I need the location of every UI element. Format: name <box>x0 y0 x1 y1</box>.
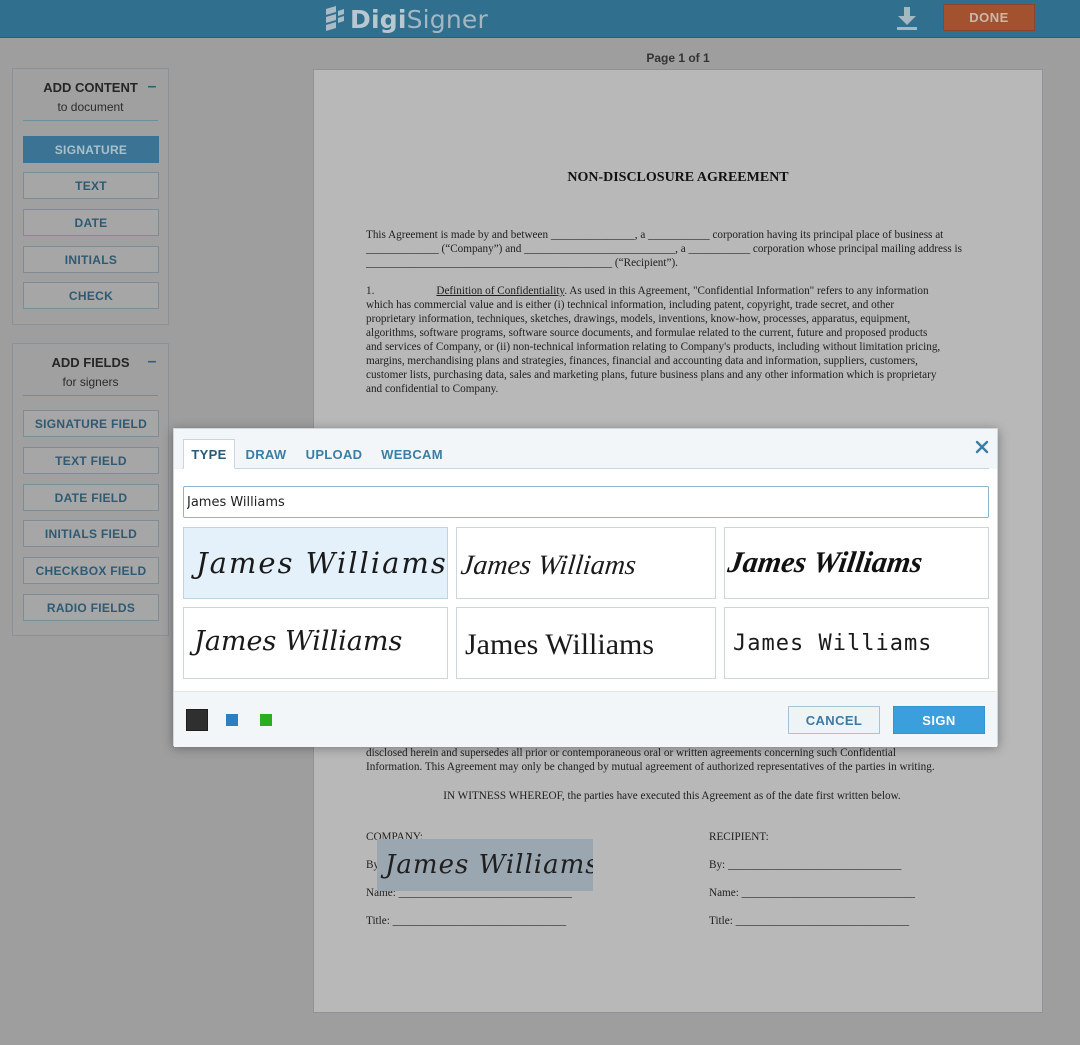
signature-tabs: TYPE DRAW UPLOAD WEBCAM <box>174 429 997 469</box>
placed-signature[interactable]: James Williams <box>377 839 599 891</box>
add-content-panel: ADD CONTENT to document – SIGNATURE TEXT… <box>12 68 169 325</box>
company-title-line: Title: _______________________________ <box>366 915 567 927</box>
recipient-name-line: Name: _______________________________ <box>709 887 916 899</box>
recipient-by-line: By: _______________________________ <box>709 859 902 871</box>
logo-text: DigiSigner <box>350 4 488 34</box>
placed-signature-text: James Williams <box>380 850 593 880</box>
add-fields-title: ADD FIELDS <box>51 355 130 370</box>
done-button[interactable]: DONE <box>943 4 1035 31</box>
signature-style-2[interactable]: James Williams <box>456 527 716 599</box>
add-content-title: ADD CONTENT <box>43 80 138 95</box>
collapse-minus-icon[interactable]: – <box>145 354 159 370</box>
sign-button[interactable]: SIGN <box>893 706 985 734</box>
recipient-title-line: Title: _______________________________ <box>709 915 910 927</box>
signature-style-6-text: James Williams <box>733 631 932 656</box>
add-fields-panel: ADD FIELDS for signers – SIGNATURE FIELD… <box>12 343 169 636</box>
signature-style-4-text: James Williams <box>189 626 402 657</box>
page-indicator: Page 1 of 1 <box>646 51 710 65</box>
signature-field-button[interactable]: SIGNATURE FIELD <box>23 410 159 437</box>
signature-style-1-text: James Williams <box>191 546 448 580</box>
cancel-button[interactable]: CANCEL <box>788 706 880 734</box>
signature-name-input[interactable] <box>183 486 989 518</box>
signature-style-6[interactable]: James Williams <box>724 607 989 679</box>
tab-draw[interactable]: DRAW <box>240 439 292 469</box>
add-content-header: ADD CONTENT to document – <box>23 69 158 121</box>
collapse-minus-icon[interactable]: – <box>145 79 159 95</box>
signature-style-3[interactable]: James Williams <box>724 527 989 599</box>
ink-color-green[interactable] <box>260 714 272 726</box>
ink-color-black[interactable] <box>186 709 208 731</box>
add-check-button[interactable]: CHECK <box>23 282 159 309</box>
signature-dialog: TYPE DRAW UPLOAD WEBCAM James Williams J… <box>173 428 998 747</box>
signature-style-3-text: James Williams <box>725 545 925 579</box>
initials-field-button[interactable]: INITIALS FIELD <box>23 520 159 547</box>
document-title: NON-DISCLOSURE AGREEMENT <box>567 170 789 185</box>
top-bar: DigiSigner DONE <box>0 0 1080 38</box>
tab-type[interactable]: TYPE <box>183 439 235 469</box>
witness-line: IN WITNESS WHEREOF, the parties have exe… <box>443 790 901 802</box>
checkbox-field-button[interactable]: CHECKBOX FIELD <box>23 557 159 584</box>
signature-style-1[interactable]: James Williams <box>183 527 448 599</box>
text-field-button[interactable]: TEXT FIELD <box>23 447 159 474</box>
tab-webcam[interactable]: WEBCAM <box>377 439 447 469</box>
signature-style-5-text: James Williams <box>465 628 654 661</box>
close-icon[interactable] <box>974 439 990 455</box>
signature-style-2-text: James Williams <box>459 550 637 581</box>
closing-paragraph: disclosed herein and supersedes all prio… <box>366 747 935 773</box>
ink-color-blue[interactable] <box>226 714 238 726</box>
dialog-footer: CANCEL SIGN <box>174 691 997 747</box>
add-content-subtitle: to document <box>57 100 124 114</box>
add-fields-subtitle: for signers <box>62 375 119 389</box>
add-fields-header: ADD FIELDS for signers – <box>23 344 158 396</box>
tab-upload[interactable]: UPLOAD <box>301 439 367 469</box>
intro-paragraph: This Agreement is made by and between __… <box>366 229 962 269</box>
recipient-heading: RECIPIENT: <box>709 831 769 843</box>
date-field-button[interactable]: DATE FIELD <box>23 484 159 511</box>
add-signature-button[interactable]: SIGNATURE <box>23 136 159 163</box>
section-1-paragraph: 1. Definition of Confidentiality. As used… <box>366 285 941 395</box>
signature-style-4[interactable]: James Williams <box>183 607 448 679</box>
add-date-button[interactable]: DATE <box>23 209 159 236</box>
signature-style-5[interactable]: James Williams <box>456 607 716 679</box>
logo-mark-icon <box>326 6 344 31</box>
digisigner-logo[interactable]: DigiSigner <box>324 3 488 35</box>
download-icon[interactable] <box>895 5 919 31</box>
add-initials-button[interactable]: INITIALS <box>23 246 159 273</box>
add-text-button[interactable]: TEXT <box>23 172 159 199</box>
radio-fields-button[interactable]: RADIO FIELDS <box>23 594 159 621</box>
